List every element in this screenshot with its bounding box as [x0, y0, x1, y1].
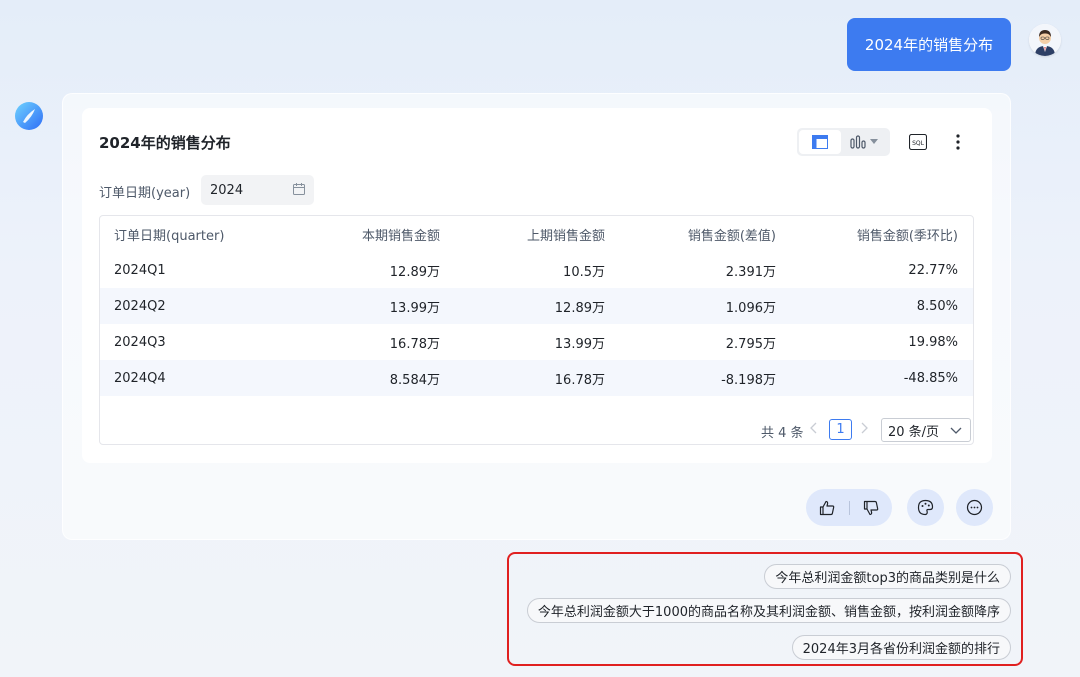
table-cell: 2024Q4: [114, 370, 166, 386]
thumbs-up-icon: [820, 500, 835, 515]
table-cell: 8.50%: [916, 298, 958, 314]
table-cell: 19.98%: [908, 334, 958, 350]
calendar-icon: [293, 183, 305, 195]
table-cell: 13.99万: [389, 300, 440, 316]
dislike-button[interactable]: [849, 489, 892, 526]
table-cell: 2024Q2: [114, 298, 166, 314]
table-cell: 22.77%: [908, 262, 958, 278]
table-cell: 12.89万: [554, 300, 605, 316]
result-title: 2024年的销售分布: [99, 134, 231, 152]
suggested-question-chip[interactable]: 今年总利润金额top3的商品类别是什么: [764, 564, 1011, 589]
sql-icon-label: SQL: [912, 140, 925, 147]
result-card: 2024年的销售分布 SQL 订单日期(year) 2024 订单日期(quar…: [82, 108, 992, 463]
column-header: 销售金额(季环比): [856, 228, 958, 244]
page-size-value: 20 条/页: [888, 424, 940, 440]
table-cell: 1.096万: [725, 300, 776, 316]
suggested-question-chip[interactable]: 今年总利润金额大于1000的商品名称及其利润金额、销售金额，按利润金额降序: [526, 598, 1011, 623]
table-cell: 2.795万: [725, 336, 776, 352]
table-view-icon: [812, 135, 828, 149]
more-horizontal-icon: [966, 499, 983, 516]
table-row: 2024Q2 13.99万 12.89万 1.096万 8.50%: [100, 288, 973, 324]
prev-page-button[interactable]: [810, 422, 818, 438]
next-page-button[interactable]: [860, 422, 868, 438]
chart-view-button[interactable]: [841, 130, 887, 154]
table-row: 2024Q1 12.89万 10.5万 2.391万 22.77%: [100, 252, 973, 288]
pagination-total: 共 4 条: [761, 426, 804, 441]
table-cell: 12.89万: [389, 264, 440, 280]
table-cell: 2024Q1: [114, 262, 166, 278]
table-view-button[interactable]: [799, 130, 841, 154]
table-cell: 2.391万: [725, 264, 776, 280]
table-cell: 2024Q3: [114, 334, 166, 350]
bar-chart-icon: [850, 135, 866, 149]
table-header-row: 订单日期(quarter) 本期销售金额 上期销售金额 销售金额(差值) 销售金…: [100, 216, 973, 252]
table-row: 2024Q4 8.584万 16.78万 -8.198万 -48.85%: [100, 360, 973, 396]
column-header: 上期销售金额: [526, 228, 605, 244]
style-button[interactable]: [907, 489, 944, 526]
assistant-logo-icon: [14, 101, 44, 131]
palette-icon: [917, 499, 934, 516]
table-cell: -48.85%: [903, 370, 958, 386]
more-actions-button[interactable]: [956, 489, 993, 526]
table-cell: 16.78万: [389, 336, 440, 352]
like-button[interactable]: [806, 489, 849, 526]
page-1-button[interactable]: 1: [829, 419, 852, 440]
chevron-right-icon: [861, 422, 868, 434]
year-filter-value: 2024: [210, 182, 244, 198]
suggested-question-chip[interactable]: 2024年3月各省份利润金额的排行: [791, 635, 1011, 660]
page-size-select[interactable]: 20 条/页: [881, 418, 971, 442]
chevron-left-icon: [810, 422, 817, 434]
data-table: 订单日期(quarter) 本期销售金额 上期销售金额 销售金额(差值) 销售金…: [99, 215, 974, 445]
table-row: 2024Q3 16.78万 13.99万 2.795万 19.98%: [100, 324, 973, 360]
user-message-text: 2024年的销售分布: [864, 36, 994, 54]
more-options-button[interactable]: [948, 130, 968, 154]
view-toggle: [797, 128, 890, 156]
chevron-down-icon: [950, 427, 962, 434]
more-icon: [956, 134, 960, 150]
filter-label: 订单日期(year): [99, 186, 191, 201]
user-message-bubble: 2024年的销售分布: [847, 18, 1011, 71]
sql-icon: SQL: [909, 134, 927, 150]
sql-button[interactable]: SQL: [908, 132, 928, 152]
column-header: 销售金额(差值): [687, 228, 776, 244]
table-cell: 16.78万: [554, 372, 605, 388]
feedback-group: [806, 489, 892, 526]
table-cell: 8.584万: [389, 372, 440, 388]
table-cell: 13.99万: [554, 336, 605, 352]
column-header: 订单日期(quarter): [114, 228, 225, 244]
pagination: 共 4 条 1 20 条/页: [100, 418, 973, 442]
thumbs-down-icon: [863, 500, 879, 515]
table-cell: 10.5万: [563, 264, 605, 280]
user-avatar: [1029, 24, 1061, 56]
year-filter-input[interactable]: 2024: [201, 175, 314, 205]
table-cell: -8.198万: [721, 372, 776, 388]
caret-down-icon: [870, 139, 878, 144]
column-header: 本期销售金额: [361, 228, 440, 244]
